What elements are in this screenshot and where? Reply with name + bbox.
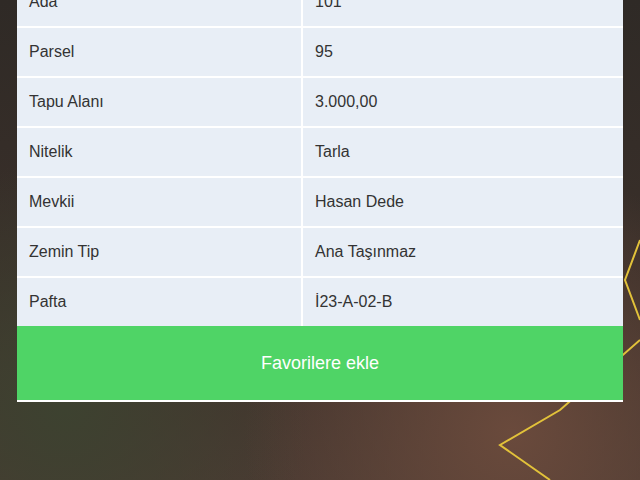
detail-label: Nitelik [17, 128, 301, 176]
detail-row: Ada101 [17, 0, 623, 26]
detail-label: Zemin Tip [17, 228, 301, 276]
detail-value: İ23-A-02-B [303, 278, 623, 326]
detail-value: 95 [303, 28, 623, 76]
detail-row: Parsel95 [17, 28, 623, 76]
detail-label: Tapu Alanı [17, 78, 301, 126]
detail-row: Zemin TipAna Taşınmaz [17, 228, 623, 276]
detail-label: Mevkii [17, 178, 301, 226]
detail-value: Ana Taşınmaz [303, 228, 623, 276]
map-background: Ada101Parsel95Tapu Alanı3.000,00NitelikT… [0, 0, 640, 480]
parcel-details-card: Ada101Parsel95Tapu Alanı3.000,00NitelikT… [17, 0, 623, 402]
detail-row: MevkiiHasan Dede [17, 178, 623, 226]
add-favorite-button[interactable]: Favorilere ekle [17, 326, 623, 400]
detail-row: Tapu Alanı3.000,00 [17, 78, 623, 126]
detail-row: NitelikTarla [17, 128, 623, 176]
detail-value: Hasan Dede [303, 178, 623, 226]
detail-value: 3.000,00 [303, 78, 623, 126]
detail-value: 101 [303, 0, 623, 26]
detail-row: Paftaİ23-A-02-B [17, 278, 623, 326]
detail-label: Pafta [17, 278, 301, 326]
detail-label: Ada [17, 0, 301, 26]
detail-label: Parsel [17, 28, 301, 76]
detail-value: Tarla [303, 128, 623, 176]
